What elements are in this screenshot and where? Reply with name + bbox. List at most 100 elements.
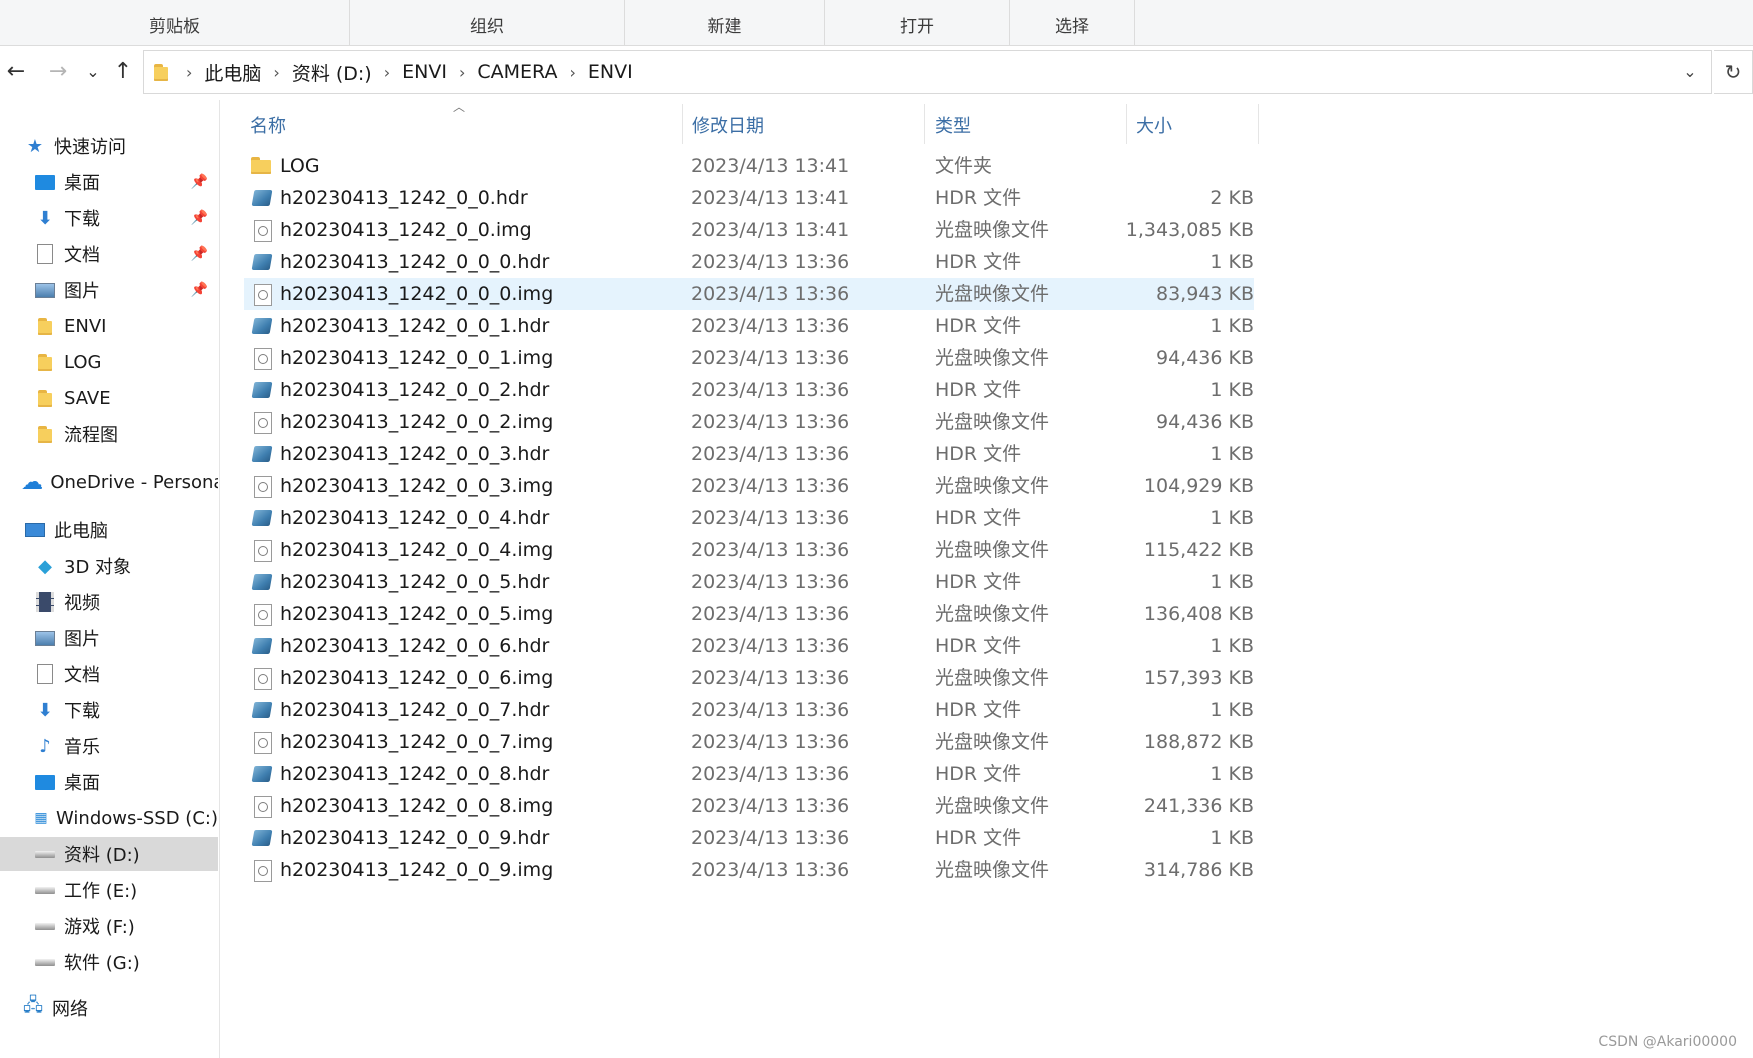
file-name: h20230413_1242_0_0_5.img bbox=[280, 603, 554, 625]
pin-icon[interactable]: 📌 bbox=[191, 282, 208, 298]
file-size: 1,343,085 KB bbox=[1125, 219, 1254, 241]
address-dropdown-button[interactable]: ⌄ bbox=[1669, 51, 1711, 93]
hdr-file-icon bbox=[251, 571, 273, 593]
ribbon-group-label: 剪贴板 bbox=[149, 17, 200, 37]
file-row[interactable]: h20230413_1242_0_0_7.img 2023/4/13 13:36 光… bbox=[244, 726, 1254, 758]
file-row[interactable]: h20230413_1242_0_0.hdr 2023/4/13 13:41 HDR… bbox=[244, 182, 1254, 214]
disc-image-icon bbox=[251, 411, 273, 434]
sidebar-item-onedrive[interactable]: ☁ OneDrive - Personal bbox=[0, 465, 218, 499]
file-type: 文件夹 bbox=[935, 155, 993, 177]
chevron-right-icon[interactable]: › bbox=[569, 63, 575, 82]
video-icon bbox=[32, 589, 58, 615]
sidebar-item-drive-e[interactable]: 工作 (E:) bbox=[0, 873, 218, 907]
sidebar-item-label: 桌面 bbox=[64, 773, 100, 794]
sidebar-item-drive-c[interactable]: ▦ Windows-SSD (C:) bbox=[0, 801, 218, 835]
column-header-type[interactable]: 类型 bbox=[926, 100, 1126, 146]
file-row[interactable]: h20230413_1242_0_0_2.img 2023/4/13 13:36 光… bbox=[244, 406, 1254, 438]
sidebar-item-drive-g[interactable]: 软件 (G:) bbox=[0, 945, 218, 979]
file-name: h20230413_1242_0_0_4.hdr bbox=[280, 507, 550, 529]
sidebar-item-label: 网络 bbox=[52, 999, 88, 1020]
column-header-name[interactable]: 名称 bbox=[244, 100, 684, 146]
file-row[interactable]: h20230413_1242_0_0_1.hdr 2023/4/13 13:36 H… bbox=[244, 310, 1254, 342]
breadcrumb-item-this-pc[interactable]: 此电脑 bbox=[204, 59, 261, 86]
file-row[interactable]: h20230413_1242_0_0.img 2023/4/13 13:41 光盘映… bbox=[244, 214, 1254, 246]
file-size: 1 KB bbox=[1210, 635, 1254, 657]
forward-button[interactable]: → bbox=[44, 58, 72, 86]
sidebar-item-downloads-pc[interactable]: ⬇ 下载 bbox=[0, 693, 218, 727]
file-row[interactable]: h20230413_1242_0_0_0.img 2023/4/13 13:36 光… bbox=[244, 278, 1254, 310]
sidebar-item-desktop-pc[interactable]: 桌面 bbox=[0, 765, 218, 799]
file-row[interactable]: h20230413_1242_0_0_3.hdr 2023/4/13 13:36 H… bbox=[244, 438, 1254, 470]
sidebar-item-downloads[interactable]: ⬇ 下载 📌 bbox=[0, 201, 218, 235]
ribbon-group-label: 组织 bbox=[470, 17, 504, 37]
file-type: HDR 文件 bbox=[935, 443, 1022, 465]
back-button[interactable]: ← bbox=[2, 58, 30, 86]
column-divider[interactable] bbox=[1126, 104, 1127, 144]
sidebar-item-documents-pc[interactable]: 文档 bbox=[0, 657, 218, 691]
column-divider[interactable] bbox=[1258, 104, 1259, 144]
sidebar-item-log[interactable]: LOG bbox=[0, 345, 218, 379]
chevron-right-icon[interactable]: › bbox=[384, 63, 390, 82]
file-row[interactable]: h20230413_1242_0_0_8.img 2023/4/13 13:36 光… bbox=[244, 790, 1254, 822]
file-row[interactable]: h20230413_1242_0_0_6.img 2023/4/13 13:36 光… bbox=[244, 662, 1254, 694]
file-row[interactable]: h20230413_1242_0_0_4.hdr 2023/4/13 13:36 H… bbox=[244, 502, 1254, 534]
breadcrumb-item-camera[interactable]: CAMERA bbox=[477, 61, 557, 83]
file-row[interactable]: h20230413_1242_0_0_0.hdr 2023/4/13 13:36 H… bbox=[244, 246, 1254, 278]
address-bar[interactable]: › 此电脑 › 资料 (D:) › ENVI › CAMERA › ENVI ⌄ bbox=[143, 50, 1712, 94]
chevron-right-icon[interactable]: › bbox=[186, 63, 192, 82]
sidebar-item-music[interactable]: ♪ 音乐 bbox=[0, 729, 218, 763]
watermark: CSDN @Akari00000 bbox=[1598, 1034, 1737, 1050]
sidebar-item-flowchart[interactable]: 流程图 bbox=[0, 417, 218, 451]
breadcrumb-item-drive-d[interactable]: 资料 (D:) bbox=[292, 59, 372, 86]
sidebar-item-desktop[interactable]: 桌面 📌 bbox=[0, 165, 218, 199]
folder-icon bbox=[251, 155, 273, 177]
recent-locations-button[interactable]: ⌄ bbox=[79, 58, 107, 86]
sidebar-item-this-pc[interactable]: 此电脑 bbox=[0, 513, 218, 547]
chevron-right-icon[interactable]: › bbox=[273, 63, 279, 82]
file-size: 94,436 KB bbox=[1155, 347, 1254, 369]
file-row[interactable]: h20230413_1242_0_0_9.img 2023/4/13 13:36 光… bbox=[244, 854, 1254, 886]
file-type: HDR 文件 bbox=[935, 763, 1022, 785]
star-icon: ★ bbox=[26, 135, 44, 157]
sidebar-item-documents[interactable]: 文档 📌 bbox=[0, 237, 218, 271]
file-row[interactable]: h20230413_1242_0_0_9.hdr 2023/4/13 13:36 H… bbox=[244, 822, 1254, 854]
column-divider[interactable] bbox=[924, 104, 925, 144]
ribbon-group-new: 新建 bbox=[625, 0, 825, 46]
sidebar-item-drive-f[interactable]: 游戏 (F:) bbox=[0, 909, 218, 943]
file-row[interactable]: h20230413_1242_0_0_1.img 2023/4/13 13:36 光… bbox=[244, 342, 1254, 374]
file-size: 1 KB bbox=[1210, 443, 1254, 465]
refresh-button[interactable]: ↻ bbox=[1714, 50, 1753, 94]
sidebar-item-pictures-pc[interactable]: 图片 bbox=[0, 621, 218, 655]
file-row[interactable]: h20230413_1242_0_0_7.hdr 2023/4/13 13:36 H… bbox=[244, 694, 1254, 726]
breadcrumb-item-envi-current[interactable]: ENVI bbox=[588, 61, 633, 83]
sidebar-item-envi[interactable]: ENVI bbox=[0, 309, 218, 343]
download-icon: ⬇ bbox=[37, 699, 53, 721]
file-row[interactable]: h20230413_1242_0_0_6.hdr 2023/4/13 13:36 H… bbox=[244, 630, 1254, 662]
pin-icon[interactable]: 📌 bbox=[191, 246, 208, 262]
breadcrumb-item-envi[interactable]: ENVI bbox=[402, 61, 447, 83]
sidebar-item-drive-d[interactable]: 资料 (D:) bbox=[0, 837, 218, 871]
pin-icon[interactable]: 📌 bbox=[191, 210, 208, 226]
sidebar-item-save[interactable]: SAVE bbox=[0, 381, 218, 415]
column-header-date[interactable]: 修改日期 bbox=[684, 100, 924, 146]
file-row[interactable]: h20230413_1242_0_0_8.hdr 2023/4/13 13:36 H… bbox=[244, 758, 1254, 790]
column-header-size[interactable]: 大小 bbox=[1128, 100, 1258, 146]
file-row[interactable]: h20230413_1242_0_0_5.hdr 2023/4/13 13:36 H… bbox=[244, 566, 1254, 598]
sidebar-item-3d-objects[interactable]: ◆ 3D 对象 bbox=[0, 549, 218, 583]
file-row[interactable]: h20230413_1242_0_0_2.hdr 2023/4/13 13:36 H… bbox=[244, 374, 1254, 406]
file-row[interactable]: h20230413_1242_0_0_3.img 2023/4/13 13:36 光… bbox=[244, 470, 1254, 502]
file-row[interactable]: LOG 2023/4/13 13:41 文件夹 bbox=[244, 150, 1254, 182]
hdr-file-icon bbox=[251, 635, 273, 657]
sidebar-item-pictures[interactable]: 图片 📌 bbox=[0, 273, 218, 307]
sidebar-item-quick-access[interactable]: ★ 快速访问 bbox=[0, 129, 218, 163]
column-divider[interactable] bbox=[682, 104, 683, 144]
file-type: HDR 文件 bbox=[935, 187, 1022, 209]
file-row[interactable]: h20230413_1242_0_0_5.img 2023/4/13 13:36 光… bbox=[244, 598, 1254, 630]
pin-icon[interactable]: 📌 bbox=[191, 174, 208, 190]
chevron-right-icon[interactable]: › bbox=[459, 63, 465, 82]
hdr-file-icon bbox=[251, 187, 273, 209]
sidebar-item-videos[interactable]: 视频 bbox=[0, 585, 218, 619]
up-button[interactable]: ↑ bbox=[109, 58, 137, 86]
sidebar-item-network[interactable]: 🖧 网络 bbox=[0, 991, 218, 1025]
file-row[interactable]: h20230413_1242_0_0_4.img 2023/4/13 13:36 光… bbox=[244, 534, 1254, 566]
